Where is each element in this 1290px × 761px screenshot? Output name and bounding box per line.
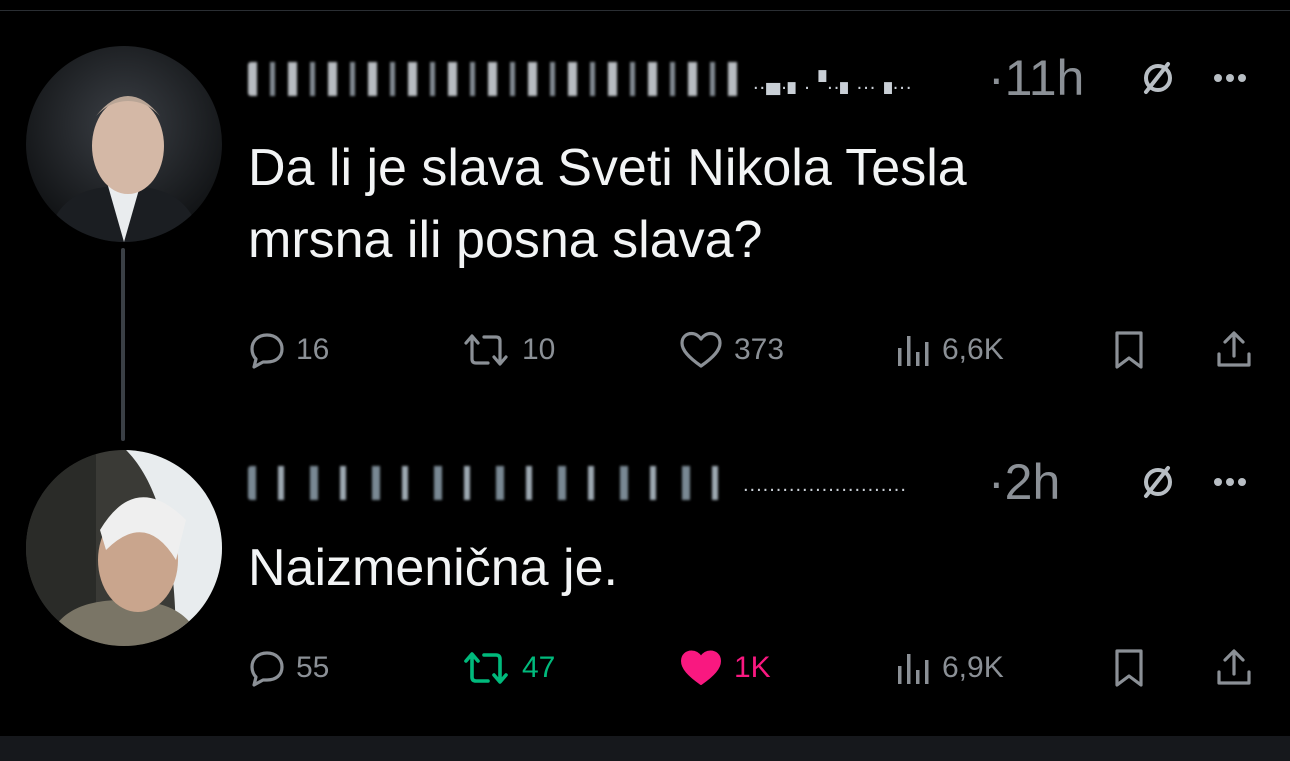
like-count: 373	[734, 333, 785, 366]
top-divider	[0, 10, 1290, 11]
tweet-timestamp[interactable]: ·2h	[988, 452, 1060, 512]
like-button[interactable]: 1K	[678, 648, 771, 688]
retweet-icon	[464, 652, 508, 684]
more-dots-icon[interactable]	[1210, 58, 1250, 98]
reply-count: 55	[296, 651, 330, 684]
views-chart-icon	[898, 654, 929, 684]
retweet-count: 47	[522, 651, 556, 684]
tweet-header: ......................... ·2h	[248, 452, 1268, 512]
retweet-button[interactable]: 47	[460, 648, 555, 688]
tweet-header: ..▄.▖.▝..▖...▗... ·11h	[248, 48, 1268, 108]
views-count: 6,6K	[942, 333, 1004, 366]
views-button[interactable]: 6,9K	[896, 648, 1004, 688]
author-handle-redacted: .........................	[743, 474, 907, 496]
reply-button[interactable]: 55	[248, 648, 329, 688]
grok-icon[interactable]	[1138, 462, 1178, 502]
reply-icon	[250, 333, 284, 369]
heart-icon	[681, 650, 721, 685]
reply-icon	[250, 651, 284, 687]
views-button[interactable]: 6,6K	[896, 330, 1004, 370]
tweet-text: Da li je slava Sveti Nikola Tesla mrsna …	[248, 139, 967, 269]
bottom-bar	[0, 736, 1290, 761]
more-dots-icon[interactable]	[1210, 462, 1250, 502]
share-icon[interactable]	[1214, 648, 1254, 688]
author-name-redacted[interactable]	[248, 466, 738, 500]
avatar[interactable]	[26, 46, 222, 242]
views-chart-icon	[898, 336, 929, 366]
grok-icon[interactable]	[1138, 58, 1178, 98]
author-handle-redacted: ..▄.▖.▝..▖...▗...	[753, 72, 913, 94]
avatar[interactable]	[26, 450, 222, 646]
tweet-actions: 55 47 1K 6,9K	[248, 648, 1268, 688]
reply-count: 16	[296, 333, 330, 366]
retweet-icon	[464, 334, 508, 366]
share-icon[interactable]	[1214, 330, 1254, 370]
tweet-timestamp[interactable]: ·11h	[988, 48, 1084, 108]
like-button[interactable]: 373	[678, 330, 784, 370]
retweet-button[interactable]: 10	[460, 330, 555, 370]
reply-button[interactable]: 16	[248, 330, 329, 370]
bookmark-icon[interactable]	[1110, 648, 1148, 688]
thread-connector-line	[121, 248, 125, 441]
tweet-text: Naizmenična je.	[248, 539, 618, 597]
heart-icon	[680, 331, 722, 368]
author-name-redacted[interactable]	[248, 62, 748, 96]
tweet-actions: 16 10 373 6,6K	[248, 330, 1268, 370]
retweet-count: 10	[522, 333, 556, 366]
like-count: 1K	[734, 651, 771, 684]
views-count: 6,9K	[942, 651, 1004, 684]
bookmark-icon[interactable]	[1110, 330, 1148, 370]
